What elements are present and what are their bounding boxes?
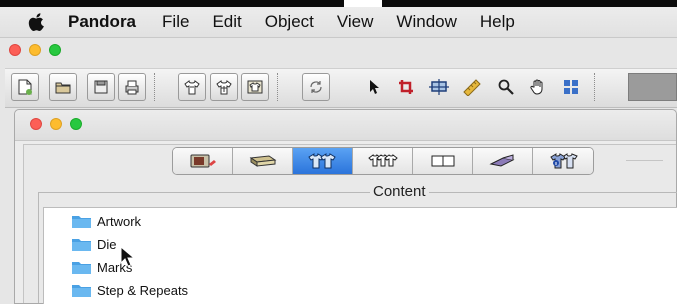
apple-icon[interactable] [28, 12, 46, 32]
tab-die[interactable] [233, 148, 293, 174]
tab-group[interactable] [353, 148, 413, 174]
minimize-document-button[interactable] [50, 118, 62, 130]
view-segmented-control [172, 147, 594, 175]
ruler-icon [463, 79, 481, 96]
zoom-tool-button[interactable] [492, 73, 520, 101]
shirt-outline-icon [216, 80, 232, 95]
toolbar-separator [154, 73, 156, 101]
open-folder-icon [55, 82, 71, 94]
main-toolbar [5, 68, 677, 108]
print-button[interactable] [118, 73, 146, 101]
document-titlebar [15, 110, 676, 141]
new-document-button[interactable] [11, 73, 39, 101]
crop-tool-icon [399, 80, 413, 94]
menu-window[interactable]: Window [396, 12, 456, 32]
shirts-tab-icon [307, 153, 336, 169]
menu-object[interactable]: Object [265, 12, 314, 32]
save-button[interactable] [87, 73, 115, 101]
toolbar-separator [594, 73, 596, 101]
minimize-window-button[interactable] [29, 44, 41, 56]
mouse-cursor-icon [120, 246, 136, 267]
menu-file[interactable]: File [162, 12, 189, 32]
menu-view[interactable]: View [337, 12, 374, 32]
artwork-tab-icon [190, 154, 216, 168]
document-window-controls [30, 118, 82, 130]
refresh-button[interactable] [302, 73, 330, 101]
top-strip [0, 0, 677, 7]
hand-tool-button[interactable] [524, 73, 552, 101]
tab-tools[interactable] [473, 148, 533, 174]
close-window-button[interactable] [9, 44, 21, 56]
folder-icon [72, 216, 91, 228]
list-item-step-repeats[interactable]: Step & Repeats [72, 280, 188, 300]
menu-help[interactable]: Help [480, 12, 515, 32]
magnifier-icon [498, 79, 514, 95]
transform-tool-icon [429, 79, 449, 95]
tools-tab-icon [488, 154, 515, 167]
list-item-label: Die [97, 236, 117, 252]
print-icon [125, 80, 139, 95]
tab-artwork[interactable] [173, 148, 233, 174]
top-strip-gap [344, 0, 382, 7]
close-document-button[interactable] [30, 118, 42, 130]
menu-bar: Pandora File Edit Object View Window Hel… [0, 7, 677, 37]
tab-shirts[interactable] [293, 148, 353, 174]
folder-icon [72, 239, 91, 251]
info-shirt-tab-icon [550, 153, 578, 169]
group-tab-icon [367, 154, 398, 167]
open-button[interactable] [49, 73, 77, 101]
shirt-template-button[interactable] [241, 73, 269, 101]
grid-view-icon [564, 80, 578, 94]
list-item-artwork[interactable]: Artwork [72, 211, 141, 231]
shirt-front-icon [184, 80, 200, 95]
folder-icon [72, 262, 91, 274]
arrow-pointer-icon [370, 80, 379, 94]
shirt-template-icon [247, 80, 263, 94]
main-window-controls [9, 44, 61, 56]
hand-icon [530, 79, 543, 95]
crop-tool-button[interactable] [392, 73, 420, 101]
transform-tool-button[interactable] [425, 73, 453, 101]
tab-info-shirts[interactable] [533, 148, 593, 174]
color-swatch[interactable] [628, 73, 677, 101]
ruler-tool-button[interactable] [458, 73, 486, 101]
shirt-outline-button[interactable] [210, 73, 238, 101]
content-group-title: Content [370, 183, 429, 200]
save-icon [94, 80, 108, 94]
zoom-window-button[interactable] [49, 44, 61, 56]
list-item-label: Artwork [97, 213, 142, 229]
folder-icon [72, 285, 91, 297]
list-item-label: Step & Repeats [97, 282, 189, 298]
new-document-icon [18, 79, 32, 95]
die-tab-icon [249, 155, 276, 167]
zoom-document-button[interactable] [70, 118, 82, 130]
content-list: Artwork Die Marks Step & Repeats [43, 207, 677, 304]
refresh-icon [310, 81, 322, 93]
list-item-die[interactable]: Die [72, 234, 117, 254]
menu-edit[interactable]: Edit [212, 12, 241, 32]
select-tool-button[interactable] [360, 73, 388, 101]
grid-view-button[interactable] [557, 73, 585, 101]
shirt-front-button[interactable] [178, 73, 206, 101]
layout-tab-icon [431, 155, 454, 167]
toolbar-separator [277, 73, 279, 101]
tab-layout[interactable] [413, 148, 473, 174]
segment-divider-line [626, 160, 663, 161]
menu-app-pandora[interactable]: Pandora [68, 12, 136, 32]
